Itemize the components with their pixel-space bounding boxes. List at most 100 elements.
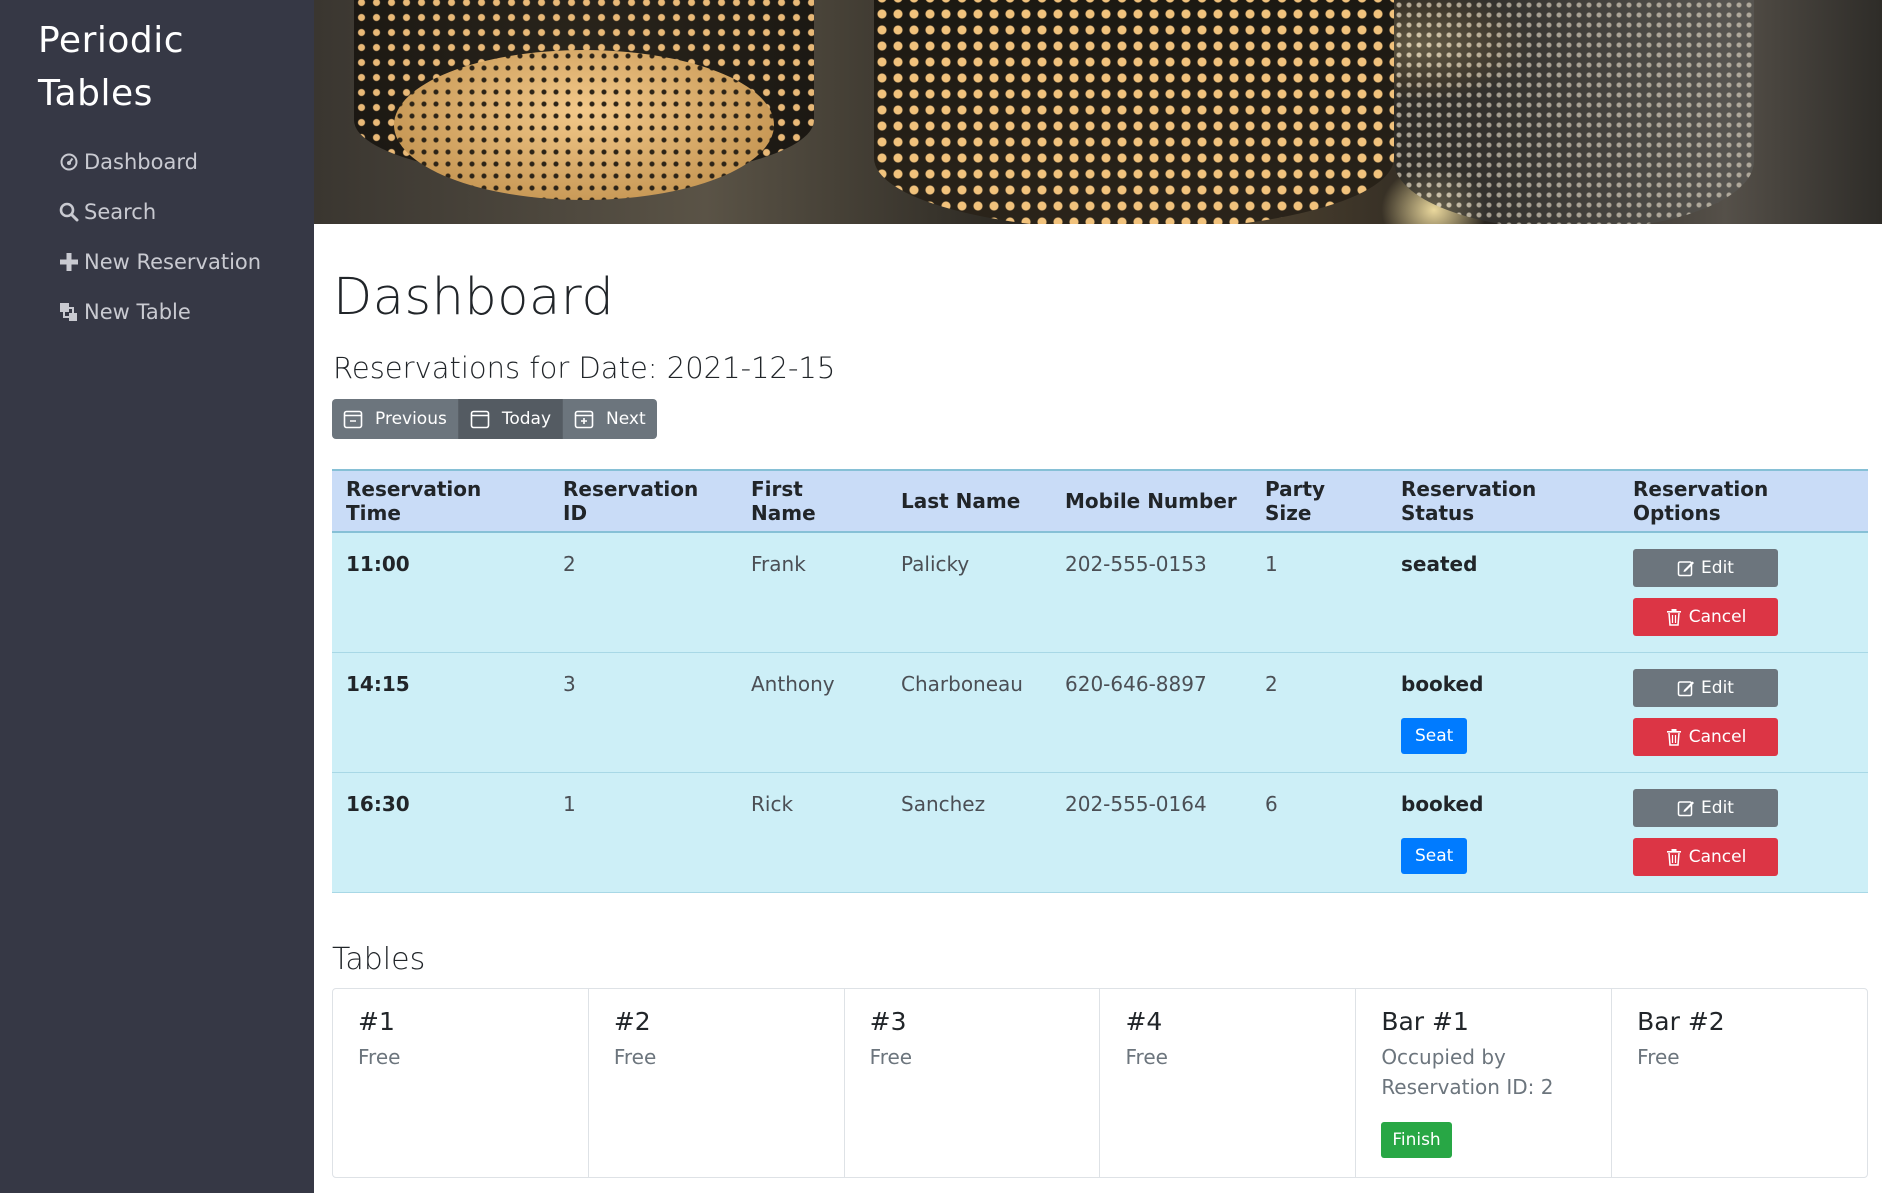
- plus-icon: [58, 251, 80, 273]
- next-label: Next: [606, 409, 646, 429]
- trash-icon: [1666, 609, 1681, 626]
- sidebar-item-label: New Reservation: [84, 250, 262, 274]
- table-card: #2 Free: [589, 989, 845, 1177]
- table-status: Free: [358, 1045, 401, 1069]
- column-header: Reservation ID: [563, 477, 699, 525]
- today-button[interactable]: Today: [457, 399, 563, 439]
- reservation-id: 2: [563, 552, 576, 576]
- mobile-number: 202-555-0164: [1065, 791, 1207, 816]
- table-row: 11:00 2 Frank Palicky 202-555-0153 1 sea…: [332, 532, 1868, 652]
- cancel-label: Cancel: [1688, 607, 1747, 627]
- mobile-number: 202-555-0153: [1065, 552, 1207, 576]
- table-row: 14:15 3 Anthony Charboneau 620-646-8897 …: [332, 652, 1868, 772]
- sidebar-item-new-table[interactable]: New Table: [58, 287, 261, 337]
- table-status: Free: [1637, 1045, 1680, 1069]
- date-nav-button-group: Previous Today Next: [332, 399, 657, 439]
- sidebar-item-label: New Table: [84, 300, 191, 324]
- cancel-label: Cancel: [1688, 846, 1747, 867]
- options-cell: Edit Cancel: [1619, 652, 1868, 772]
- brand-title[interactable]: Periodic Tables: [38, 14, 184, 120]
- reservation-time: 16:30: [346, 791, 410, 816]
- table-card: #3 Free: [845, 989, 1101, 1177]
- table-status: Free: [869, 1045, 913, 1069]
- first-name: Frank: [751, 552, 806, 576]
- reservation-status: seated: [1401, 552, 1478, 576]
- calendar-minus-icon: [343, 410, 363, 429]
- reservation-id: 3: [563, 671, 576, 696]
- edit-icon: [1677, 800, 1695, 816]
- lamp-shade-2: [874, 0, 1394, 224]
- tables-grid: #1 Free #2 Free #3 Free #4 Free Bar #1 O…: [332, 988, 1868, 1178]
- edit-button[interactable]: Edit: [1633, 788, 1778, 827]
- column-header: Party Size: [1265, 477, 1326, 525]
- table-card: Bar #2 Free: [1612, 989, 1867, 1177]
- cancel-label: Cancel: [1688, 726, 1747, 747]
- column-header: Reservation Options: [1633, 477, 1769, 525]
- column-header: Reservation Time: [346, 477, 482, 525]
- lamp-shade-3: [1394, 0, 1754, 224]
- cancel-button[interactable]: Cancel: [1633, 717, 1778, 756]
- header-banner-image: [314, 0, 1882, 224]
- party-size: 2: [1265, 671, 1278, 696]
- cancel-button[interactable]: Cancel: [1633, 837, 1778, 876]
- sidebar: Periodic Tables Dashboard Search New Res…: [0, 0, 314, 1193]
- calendar-plus-icon: [574, 410, 594, 429]
- tables-heading: Tables: [332, 942, 426, 977]
- page-title: Dashboard: [333, 268, 615, 327]
- sidebar-item-dashboard[interactable]: Dashboard: [58, 137, 261, 187]
- sidebar-item-search[interactable]: Search: [58, 187, 261, 237]
- cancel-button[interactable]: Cancel: [1633, 598, 1778, 636]
- status-cell: booked Seat: [1387, 652, 1619, 772]
- mobile-number: 620-646-8897: [1065, 671, 1207, 696]
- last-name: Charboneau: [901, 671, 1023, 696]
- reservation-id: 1: [563, 791, 576, 816]
- table-name: #3: [869, 1007, 907, 1036]
- options-cell: Edit Cancel: [1619, 532, 1868, 652]
- brand-line-2: Tables: [38, 73, 153, 114]
- table-name: #2: [613, 1007, 651, 1036]
- column-header: Last Name: [901, 489, 1021, 513]
- edit-label: Edit: [1701, 677, 1734, 698]
- today-label: Today: [501, 409, 552, 429]
- brand-line-1: Periodic: [38, 20, 185, 61]
- table-name: #4: [1125, 1007, 1163, 1036]
- calendar-icon: [470, 410, 490, 429]
- finish-button[interactable]: Finish: [1381, 1122, 1452, 1158]
- layers-icon: [58, 301, 80, 323]
- party-size: 6: [1265, 791, 1278, 816]
- sidebar-item-label: Dashboard: [84, 150, 198, 174]
- table-name: Bar #2: [1637, 1007, 1725, 1036]
- last-name: Palicky: [901, 552, 970, 576]
- next-button[interactable]: Next: [562, 399, 657, 439]
- sidebar-item-new-reservation[interactable]: New Reservation: [58, 237, 261, 287]
- table-header-row: Reservation Time Reservation ID First Na…: [332, 470, 1868, 532]
- first-name: Anthony: [751, 671, 835, 696]
- sidebar-nav: Dashboard Search New Reservation New Tab…: [58, 137, 261, 337]
- table-status: Free: [613, 1045, 657, 1069]
- seat-button[interactable]: Seat: [1401, 837, 1468, 874]
- seat-button[interactable]: Seat: [1401, 717, 1468, 754]
- reservation-time: 11:00: [346, 552, 410, 576]
- edit-icon: [1677, 680, 1695, 696]
- table-row: 16:30 1 Rick Sanchez 202-555-0164 6 book…: [332, 772, 1868, 892]
- edit-button[interactable]: Edit: [1633, 668, 1778, 707]
- previous-label: Previous: [375, 409, 447, 429]
- reservation-status: booked: [1401, 671, 1484, 696]
- reservations-table: Reservation Time Reservation ID First Na…: [332, 469, 1868, 893]
- column-header: First Name: [751, 477, 816, 525]
- table-status: Free: [1125, 1045, 1168, 1069]
- table-status: Occupied by Reservation ID: 2: [1381, 1045, 1554, 1099]
- edit-button[interactable]: Edit: [1633, 549, 1778, 587]
- status-cell: seated: [1387, 532, 1619, 652]
- search-icon: [58, 201, 80, 223]
- table-name: #1: [358, 1007, 395, 1036]
- previous-button[interactable]: Previous: [332, 399, 458, 439]
- table-card: #1 Free: [333, 989, 589, 1177]
- sidebar-item-label: Search: [84, 200, 157, 224]
- status-cell: booked Seat: [1387, 772, 1619, 892]
- table-card: #4 Free: [1100, 989, 1357, 1177]
- column-header: Reservation Status: [1401, 477, 1537, 525]
- edit-icon: [1677, 561, 1695, 577]
- edit-label: Edit: [1701, 558, 1734, 578]
- options-cell: Edit Cancel: [1619, 772, 1868, 892]
